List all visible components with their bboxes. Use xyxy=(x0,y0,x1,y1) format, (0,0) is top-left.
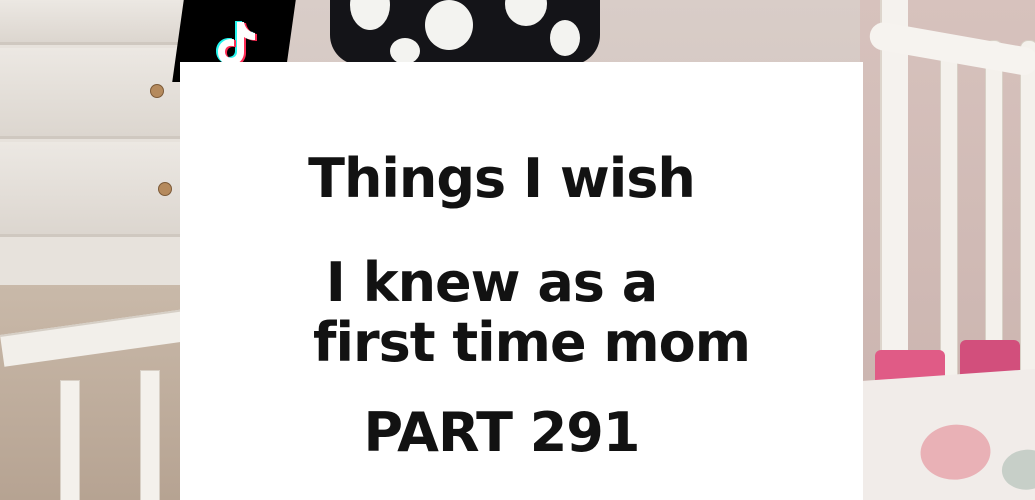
caption-line: first time mom xyxy=(312,311,751,374)
floral-print xyxy=(918,422,993,483)
dresser-drawer xyxy=(0,48,180,139)
dresser-drawer xyxy=(0,0,180,45)
caption-card: Things I wish I knew as a first time mom… xyxy=(180,62,863,500)
polka-dot-dress xyxy=(330,0,600,65)
polka-dot xyxy=(390,38,420,64)
caption-line: I knew as a xyxy=(325,251,658,314)
caption-line: Things I wish xyxy=(308,147,696,210)
crib-slat xyxy=(940,40,958,402)
caption-line: PART 291 xyxy=(363,401,641,464)
drawer-knob xyxy=(150,84,164,98)
polka-dot xyxy=(425,0,473,50)
dresser xyxy=(0,0,190,285)
crib-slat xyxy=(140,370,160,500)
crib-slat xyxy=(1020,40,1035,402)
dresser-drawer xyxy=(0,142,180,237)
polka-dot xyxy=(505,0,547,26)
polka-dot xyxy=(550,20,580,56)
crib-mattress xyxy=(845,368,1035,500)
crib-slat xyxy=(60,380,80,500)
polka-dot xyxy=(350,0,390,30)
floral-print xyxy=(1000,448,1035,492)
